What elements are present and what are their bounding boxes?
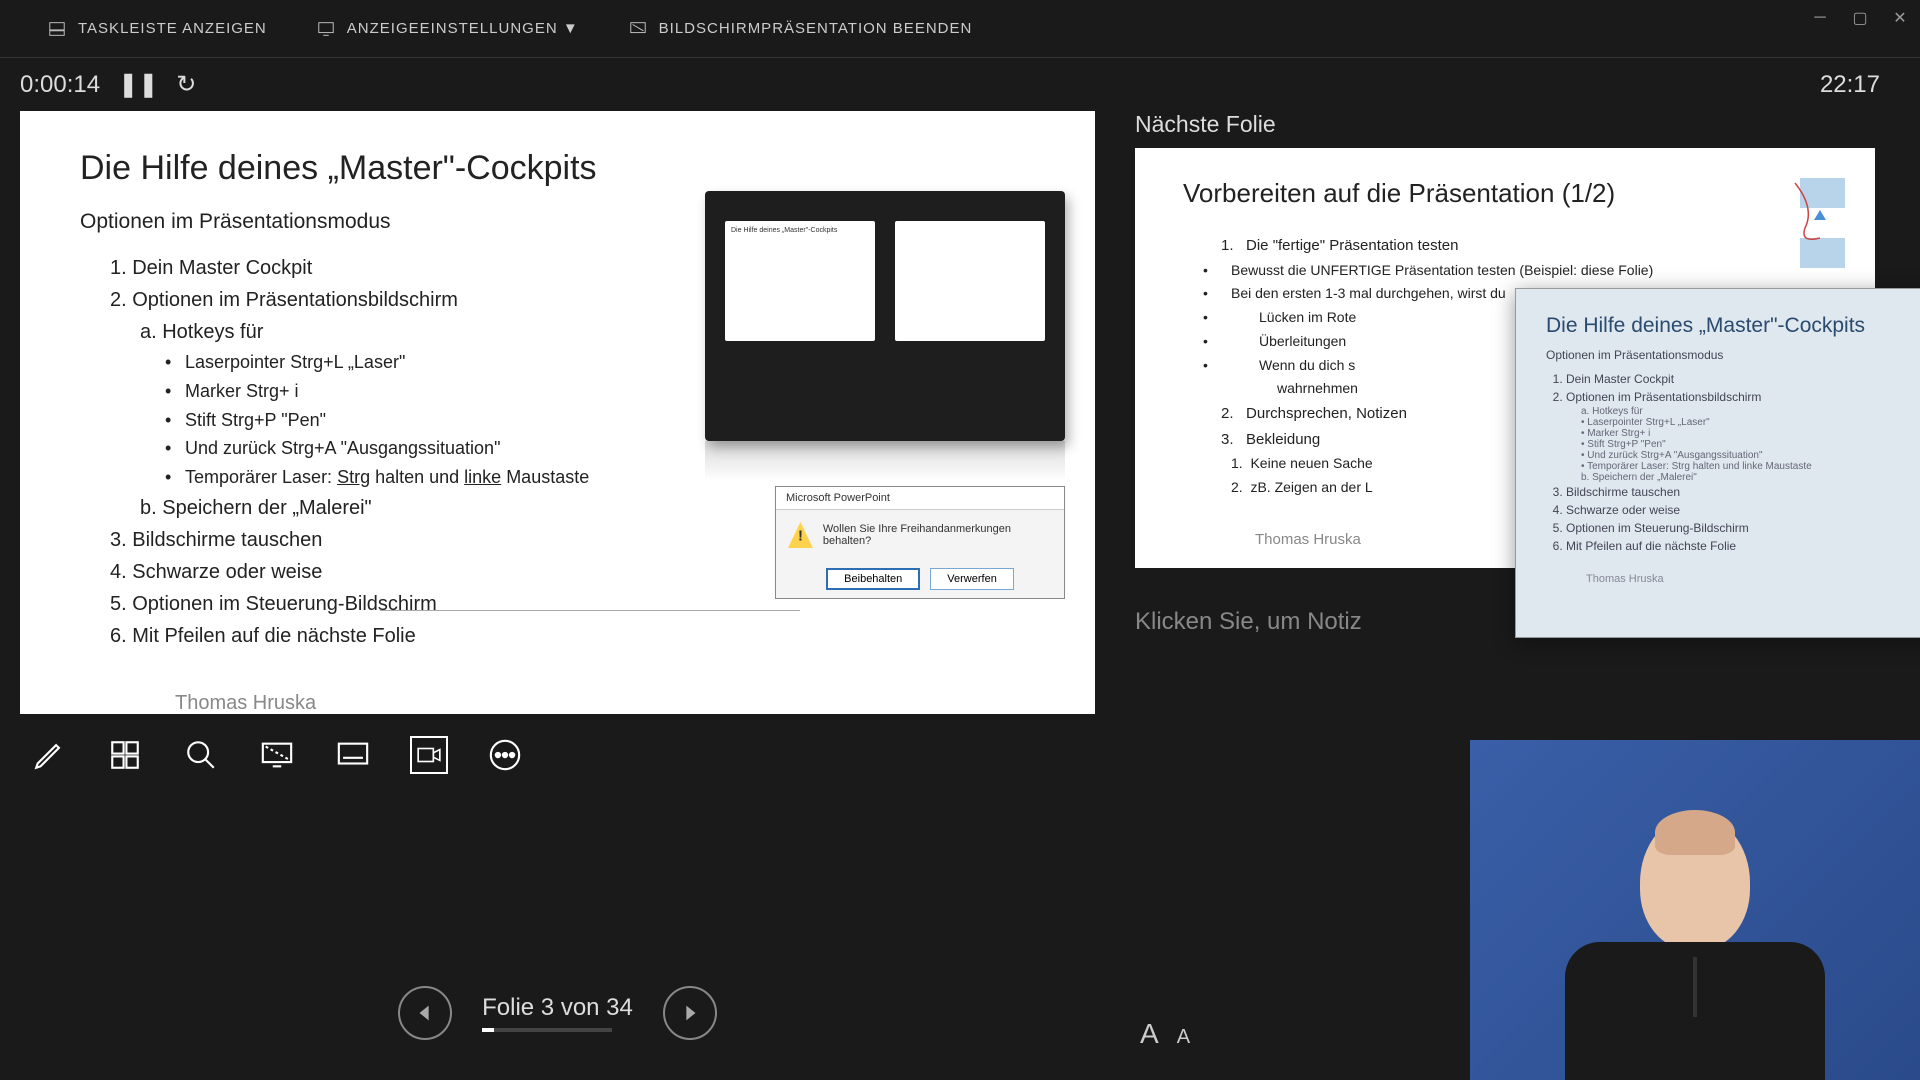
discard-button[interactable]: Verwerfen [930,568,1014,590]
list-item: Schwarze oder weise [1566,501,1920,519]
next-slide-button[interactable] [663,986,717,1040]
monitor-icon [317,20,335,38]
current-slide[interactable]: Die Hilfe deines „Master"-Cockpits Optio… [20,111,1095,714]
next-slide-graphic [1785,168,1855,278]
decrease-font-button[interactable]: A [1177,1026,1190,1049]
camera-tool[interactable] [410,736,448,774]
slide-counter-block: Folie 3 von 34 [482,994,633,1032]
warning-icon [788,522,813,548]
list-item: b. Speichern der „Malerei" [1546,472,1920,483]
zoom-tool[interactable] [182,736,220,774]
next-slide-preview[interactable]: Vorbereiten auf die Präsentation (1/2) 1… [1135,148,1875,568]
close-button[interactable]: ✕ [1890,8,1910,28]
overlay-subtitle: Optionen im Präsentationsmodus [1546,348,1920,362]
window-controls: ─ ▢ ✕ [1810,8,1910,28]
taskbar-icon [48,20,66,38]
navigation-controls: Folie 3 von 34 [20,986,1095,1040]
next-slide-label: Nächste Folie [1135,111,1900,138]
presenter-toolbar [20,714,1095,796]
minimize-button[interactable]: ─ [1810,8,1830,28]
list-item: Optionen im Steuerung-Bildschirm [1566,519,1920,537]
display-settings-label: ANZEIGEEINSTELLUNGEN ▼ [347,20,579,37]
pen-tool[interactable] [30,736,68,774]
list-item: Mit Pfeilen auf die nächste Folie [1566,537,1920,555]
next-slide-author: Thomas Hruska [1255,531,1361,548]
overlay-author: Thomas Hruska [1586,573,1920,585]
list-item: Dein Master Cockpit [1566,370,1920,388]
timer-bar: 0:00:14 ❚❚ ↻ 22:17 [0,58,1920,111]
show-taskbar-button[interactable]: TASKLEISTE ANZEIGEN [48,20,267,38]
list-item: 6. Mit Pfeilen auf die nächste Folie [110,620,1035,652]
previous-slide-button[interactable] [398,986,452,1040]
dialog-text: Wollen Sie Ihre Freihandanmerkungen beha… [823,523,1052,547]
slide-author: Thomas Hruska [175,692,1035,715]
powerpoint-dialog: Microsoft PowerPoint Wollen Sie Ihre Fre… [775,486,1065,599]
keep-button[interactable]: Beibehalten [826,568,920,590]
slide-title: Die Hilfe deines „Master"-Cockpits [80,149,1035,188]
next-slide-title: Vorbereiten auf die Präsentation (1/2) [1183,178,1827,209]
restart-button[interactable]: ↻ [176,70,196,99]
dialog-title: Microsoft PowerPoint [776,487,1064,510]
overlay-title: Die Hilfe deines „Master"-Cockpits [1546,314,1920,338]
progress-bar [482,1028,612,1032]
current-time: 22:17 [1820,71,1900,99]
display-settings-button[interactable]: ANZEIGEEINSTELLUNGEN ▼ [317,20,579,38]
end-icon [629,20,647,38]
connector-line [380,610,800,611]
list-item: Optionen im Präsentationsbildschirm [1566,388,1920,406]
end-presentation-button[interactable]: BILDSCHIRMPRÄSENTATION BEENDEN [629,20,973,38]
top-menu-bar: TASKLEISTE ANZEIGEN ANZEIGEEINSTELLUNGEN… [0,0,1920,58]
font-size-controls: A A [1140,1018,1190,1050]
list-item: Bildschirme tauschen [1566,483,1920,501]
list-item: Bewusst die UNFERTIGE Präsentation teste… [1203,259,1827,283]
show-taskbar-label: TASKLEISTE ANZEIGEN [78,20,267,37]
list-item: a. Hotkeys für [1546,406,1920,417]
end-presentation-label: BILDSCHIRMPRÄSENTATION BEENDEN [659,20,973,37]
subtitle-tool[interactable] [334,736,372,774]
overlay-preview: Die Hilfe deines „Master"-Cockpits Optio… [1515,288,1920,638]
slide-counter: Folie 3 von 34 [482,994,633,1022]
webcam-feed[interactable] [1470,740,1920,1080]
embedded-screenshot: Die Hilfe deines „Master"-Cockpits [705,191,1065,441]
elapsed-time: 0:00:14 [20,71,100,99]
presenter-video [1545,800,1845,1080]
list-item: 1. Die "fertige" Präsentation testen [1203,233,1827,259]
increase-font-button[interactable]: A [1140,1018,1159,1050]
more-options-tool[interactable] [486,736,524,774]
maximize-button[interactable]: ▢ [1850,8,1870,28]
pause-button[interactable]: ❚❚ [118,70,158,99]
slides-view-tool[interactable] [106,736,144,774]
black-screen-tool[interactable] [258,736,296,774]
